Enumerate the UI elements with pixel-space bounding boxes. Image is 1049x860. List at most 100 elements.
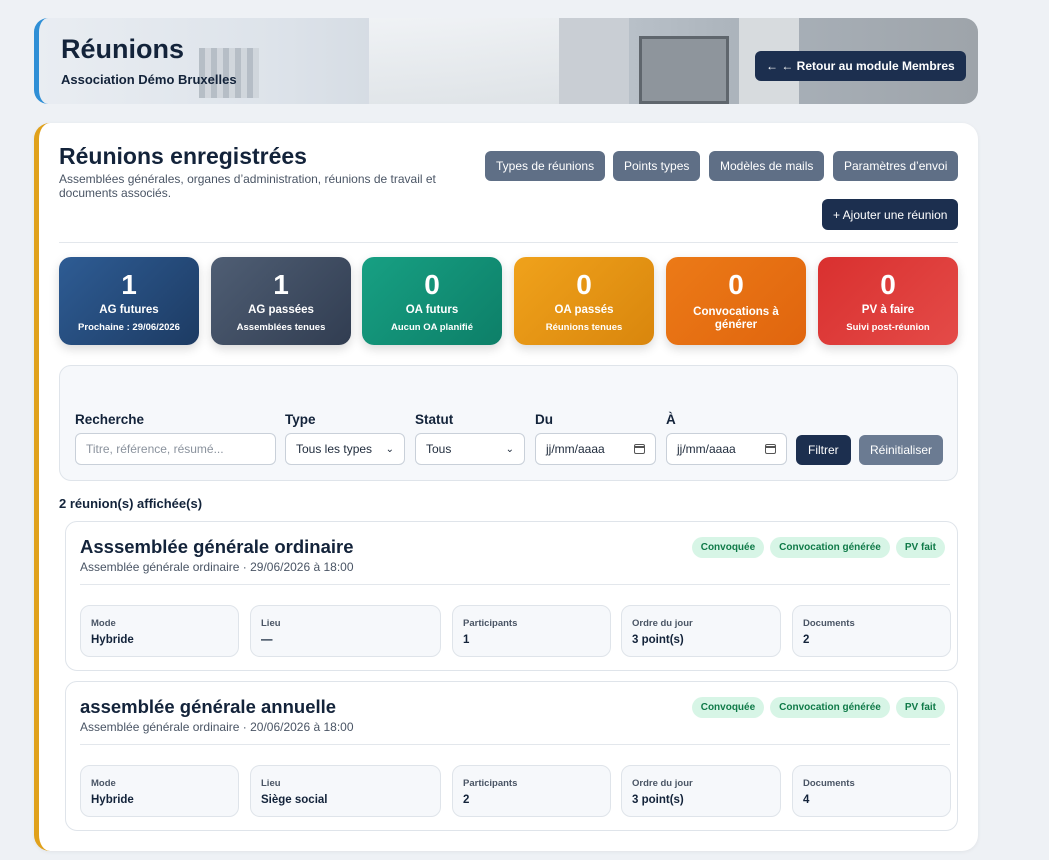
type-select[interactable]: Tous les types ⌄: [285, 433, 405, 465]
filter-button[interactable]: Filtrer: [796, 435, 851, 465]
meetings-panel: Réunions enregistrées Assemblées général…: [34, 123, 978, 851]
meeting-subtitle: Assemblée générale ordinaire · 29/06/202…: [80, 560, 354, 574]
search-input[interactable]: Titre, référence, résumé...: [75, 433, 276, 465]
mail-templates-button[interactable]: Modèles de mails: [709, 151, 825, 181]
header-banner: Réunions Association Démo Bruxelles ← ← …: [34, 18, 978, 104]
info-key: Ordre du jour: [632, 778, 693, 789]
info-value: 1: [463, 634, 470, 646]
info-value: Hybride: [91, 634, 134, 646]
info-documents: Documents 2: [792, 605, 951, 657]
stat-subtext: Prochaine : 29/06/2026: [78, 322, 180, 333]
section-description: Assemblées générales, organes d’administ…: [59, 172, 436, 200]
info-key: Lieu: [261, 778, 281, 789]
info-documents: Documents 4: [792, 765, 951, 817]
stat-label: OA passés: [554, 304, 614, 316]
info-mode: Mode Hybride: [80, 605, 239, 657]
results-count: 2 réunion(s) affichée(s): [59, 496, 203, 511]
calendar-icon[interactable]: [634, 444, 645, 454]
info-participants: Participants 2: [452, 765, 611, 817]
info-key: Documents: [803, 778, 855, 789]
meeting-card[interactable]: assemblée générale annuelle Assemblée gé…: [65, 681, 958, 831]
info-key: Lieu: [261, 618, 281, 629]
status-label: Statut: [415, 412, 454, 427]
stat-label: Convocations à générer: [693, 306, 779, 331]
info-location: Lieu —: [250, 605, 441, 657]
meeting-title[interactable]: Asssemblée générale ordinaire: [80, 536, 354, 558]
stat-card-pv-todo: 0 PV à faire Suivi post-réunion: [818, 257, 958, 345]
stat-subtext: Réunions tenues: [545, 322, 623, 333]
add-meeting-button[interactable]: + Ajouter une réunion: [822, 199, 959, 230]
status-badge: PV fait: [895, 697, 945, 718]
meeting-subtitle: Assemblée générale ordinaire · 20/06/202…: [80, 720, 354, 734]
reset-button[interactable]: Réinitialiser: [859, 435, 944, 465]
status-badge: Convocation générée: [770, 697, 890, 718]
stat-card-oa-past: 0 OA passés Réunions tenues: [514, 257, 654, 345]
info-value: —: [261, 634, 273, 646]
info-agenda: Ordre du jour 3 point(s): [621, 765, 781, 817]
status-badge: Convoquée: [691, 537, 765, 558]
stat-value: 1: [273, 269, 289, 300]
stat-subtext: Assemblées tenues: [236, 322, 326, 333]
date-from-input[interactable]: jj/mm/aaaa: [535, 433, 656, 465]
back-to-members-button[interactable]: ← ← Retour au module Membres: [755, 51, 966, 81]
stat-value: 0: [576, 269, 592, 300]
stat-subtext: Aucun OA planifié: [391, 322, 473, 333]
status-select-value: Tous: [426, 442, 452, 456]
send-settings-button[interactable]: Paramètres d’envoi: [833, 151, 959, 181]
date-from-value: jj/mm/aaaa: [546, 442, 605, 456]
info-mode: Mode Hybride: [80, 765, 239, 817]
info-value: Hybride: [91, 794, 134, 806]
date-to-label: À: [666, 412, 676, 427]
info-location: Lieu Siège social: [250, 765, 441, 817]
meeting-types-button[interactable]: Types de réunions: [485, 151, 606, 181]
meeting-card[interactable]: Asssemblée générale ordinaire Assemblée …: [65, 521, 958, 671]
stat-label: AG passées: [248, 304, 314, 316]
stat-value: 0: [728, 269, 744, 300]
filter-panel: Recherche Titre, référence, résumé... Ty…: [59, 365, 958, 481]
info-key: Mode: [91, 618, 116, 629]
stat-value: 0: [424, 269, 440, 300]
info-key: Mode: [91, 778, 116, 789]
calendar-icon[interactable]: [765, 444, 776, 454]
info-key: Ordre du jour: [632, 618, 693, 629]
chevron-down-icon: ⌄: [385, 443, 394, 455]
date-to-value: jj/mm/aaaa: [677, 442, 736, 456]
stat-label: OA futurs: [405, 304, 459, 316]
agenda-points-button[interactable]: Points types: [613, 151, 701, 181]
search-label: Recherche: [75, 412, 145, 427]
stat-card-convocations: 0 Convocations à générer: [666, 257, 806, 345]
info-key: Documents: [803, 618, 855, 629]
stat-label: AG futures: [99, 304, 159, 316]
date-to-input[interactable]: jj/mm/aaaa: [666, 433, 787, 465]
info-value: Siège social: [261, 794, 328, 806]
chevron-down-icon: ⌄: [505, 443, 514, 455]
status-badge: Convocation générée: [770, 537, 890, 558]
status-select[interactable]: Tous ⌄: [415, 433, 525, 465]
page-title: Réunions: [61, 34, 185, 64]
info-value: 2: [463, 794, 470, 806]
divider: [59, 242, 958, 243]
section-title: Réunions enregistrées: [59, 143, 307, 169]
stat-card-ag-future: 1 AG futures Prochaine : 29/06/2026: [59, 257, 199, 345]
status-badges: Convoquée Convocation générée PV fait: [691, 697, 945, 718]
info-key: Participants: [463, 778, 518, 789]
organization-name: Association Démo Bruxelles: [61, 72, 237, 87]
info-value: 2: [803, 634, 810, 646]
stat-subtext: Suivi post-réunion: [846, 322, 930, 333]
stat-card-ag-past: 1 AG passées Assemblées tenues: [211, 257, 351, 345]
type-select-value: Tous les types: [296, 442, 373, 456]
status-badge: PV fait: [895, 537, 945, 558]
info-value: 3 point(s): [632, 794, 684, 806]
info-key: Participants: [463, 618, 518, 629]
info-participants: Participants 1: [452, 605, 611, 657]
stat-card-oa-future: 0 OA futurs Aucun OA planifié: [362, 257, 502, 345]
stat-value: 1: [121, 269, 137, 300]
info-value: 3 point(s): [632, 634, 684, 646]
divider: [80, 584, 950, 585]
meeting-title[interactable]: assemblée générale annuelle: [80, 696, 336, 718]
type-label: Type: [285, 412, 316, 427]
date-from-label: Du: [535, 412, 553, 427]
stat-value: 0: [880, 269, 896, 300]
info-value: 4: [803, 794, 810, 806]
divider: [80, 744, 950, 745]
